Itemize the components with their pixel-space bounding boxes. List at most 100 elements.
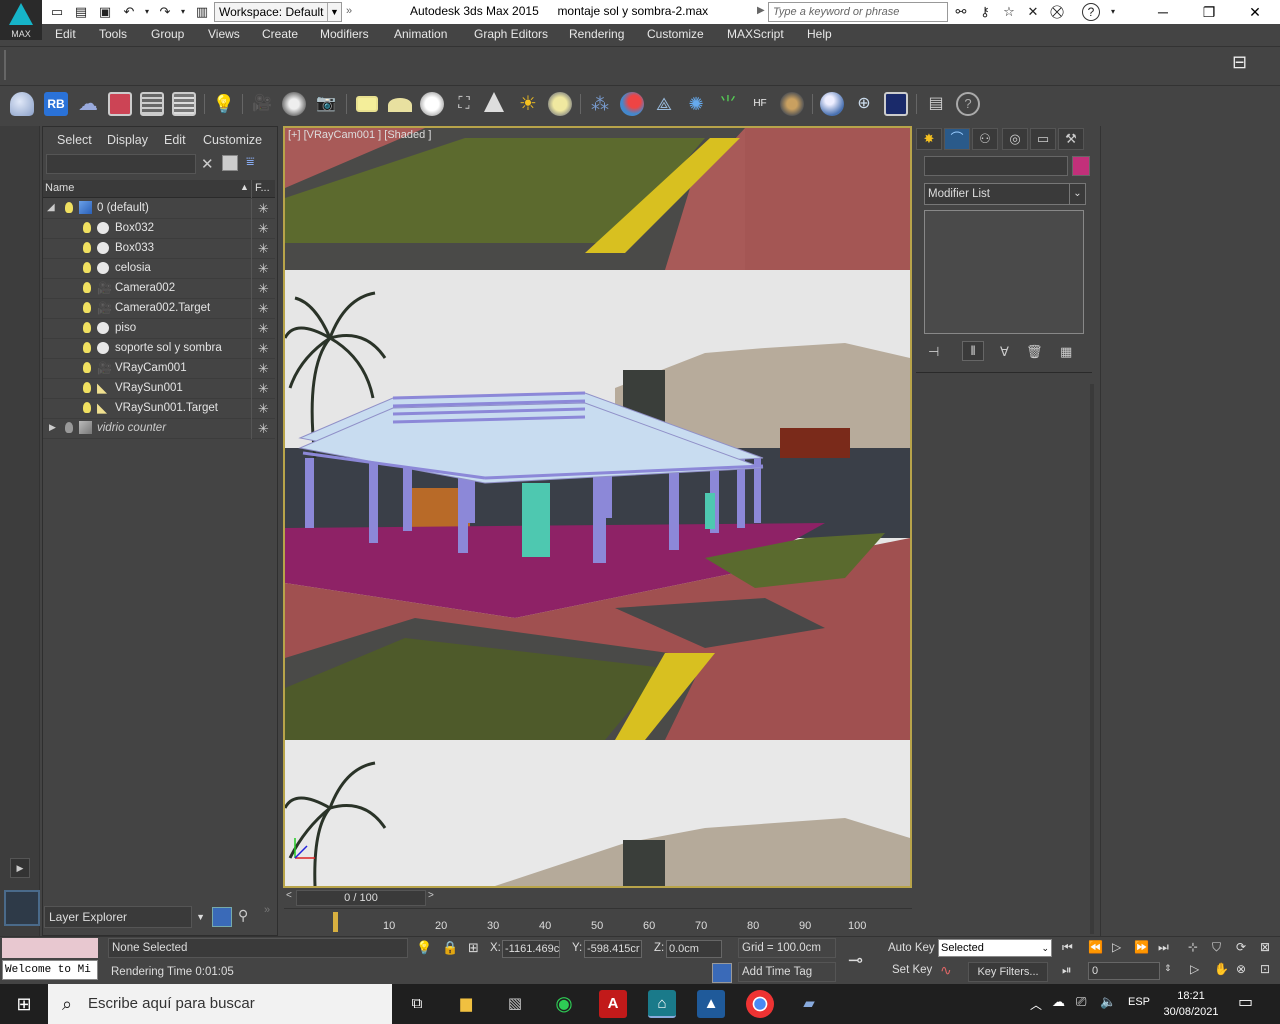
freeze-icon[interactable]: ✳ (251, 299, 275, 319)
modify-tab-icon[interactable]: ⌒ (944, 128, 970, 150)
vray-dome-light-icon[interactable] (388, 98, 412, 112)
set-keys-icon[interactable]: ⊸ (848, 950, 863, 971)
vray-ies-icon[interactable]: ⛶ (452, 92, 476, 116)
time-next-icon[interactable]: > (428, 890, 434, 901)
teapot-icon[interactable] (10, 92, 34, 116)
menu-group[interactable]: Group (151, 27, 184, 41)
clock[interactable]: 18:21 30/08/2021 (1160, 988, 1222, 1020)
app-menu-button[interactable]: MAX (0, 0, 42, 40)
vray-displacement-icon[interactable]: ✺ (684, 92, 708, 116)
new-file-icon[interactable]: ▭ (48, 3, 66, 21)
create-tab-icon[interactable]: ✸ (916, 128, 942, 150)
visible-bulb-icon[interactable] (83, 262, 91, 273)
language-indicator[interactable]: ESP (1128, 996, 1150, 1008)
modifier-stack[interactable] (924, 210, 1084, 334)
notifications-icon[interactable]: ▭ (1238, 992, 1253, 1012)
se-search-input[interactable] (46, 154, 196, 174)
render-frame-icon[interactable] (108, 92, 132, 116)
key-filters-button[interactable]: Key Filters... (968, 962, 1048, 982)
viewport-layout-icon[interactable] (4, 890, 40, 926)
project-folder-icon[interactable]: ▥ (193, 3, 211, 21)
viewport[interactable] (283, 126, 912, 888)
volume-icon[interactable]: 🔈 (1100, 994, 1116, 1010)
motion-tab-icon[interactable]: ◎ (1002, 128, 1028, 150)
object-row[interactable]: ◣ VRaySun001.Target ✳ (43, 399, 275, 419)
modifier-list-dropdown[interactable]: Modifier List ⌄ (924, 183, 1086, 205)
walk-through-icon[interactable]: ⊗ (1236, 962, 1246, 976)
vray-help-icon[interactable]: ? (956, 92, 980, 116)
min-max-toggle-icon[interactable]: ⊡ (1260, 962, 1270, 976)
photo-viewer-icon[interactable]: ▲ (697, 990, 725, 1018)
freeze-icon[interactable]: ✳ (251, 279, 275, 299)
utilities-tab-icon[interactable]: ⚒ (1058, 128, 1084, 150)
display-tab-icon[interactable]: ▭ (1030, 128, 1056, 150)
onedrive-icon[interactable]: ☁ (1052, 994, 1065, 1010)
material-editor-icon[interactable] (172, 92, 196, 116)
sort-icon[interactable]: ⩸ (246, 153, 255, 170)
play-icon[interactable]: ▷ (1112, 940, 1121, 954)
remove-modifier-icon[interactable]: 🗑 (1026, 344, 1043, 360)
freeze-icon[interactable]: ✳ (251, 339, 275, 359)
go-to-end-icon[interactable]: ⏭ (1158, 940, 1169, 955)
configure-sets-icon[interactable]: ▦ (1060, 344, 1072, 360)
communication-icon[interactable]: ✕ (1024, 3, 1042, 21)
vray-sun-icon[interactable]: ☀ (516, 92, 540, 116)
hierarchy-tab-icon[interactable]: ⚇ (972, 128, 998, 150)
col-freeze[interactable]: F... (251, 180, 275, 198)
collapse-icon[interactable]: ◢ (47, 202, 55, 213)
open-file-icon[interactable]: ▤ (72, 3, 90, 21)
vray-fur-icon[interactable]: ⺌ (716, 92, 740, 116)
se-menu-select[interactable]: Select (57, 133, 92, 147)
object-color-swatch[interactable] (1072, 156, 1090, 176)
time-tag-icon[interactable] (712, 963, 732, 983)
undo-dropdown-icon[interactable]: ▾ (138, 3, 156, 21)
photos-app-icon[interactable]: ▧ (501, 990, 529, 1018)
pan-icon[interactable]: ✋ (1214, 962, 1229, 976)
key-icon[interactable]: ⚷ (976, 3, 994, 21)
menu-rendering[interactable]: Rendering (569, 27, 624, 41)
maxscript-listener-output[interactable]: Welcome to Mi (2, 960, 98, 980)
explorer-selector[interactable]: Layer Explorer ▼ (44, 906, 205, 928)
menu-help[interactable]: Help (807, 27, 832, 41)
object-row[interactable]: Box033 ✳ (43, 239, 275, 259)
camera-icon[interactable]: 🎥 (250, 92, 274, 116)
workspace-dropdown[interactable]: Workspace: Default ▼ (214, 2, 342, 22)
rb-button[interactable]: RB (44, 92, 68, 116)
taskbar-search-input[interactable]: ⌕ Escribe aquí para buscar (48, 984, 392, 1024)
add-time-tag-button[interactable]: Add Time Tag (738, 962, 836, 982)
help-dropdown-icon[interactable]: ▾ (1104, 3, 1122, 21)
panel-scrollbar[interactable] (1090, 384, 1094, 934)
freeze-icon[interactable]: ✳ (251, 359, 275, 379)
redo-icon[interactable]: ↷ (156, 3, 174, 21)
make-unique-icon[interactable]: ∀ (1000, 344, 1009, 360)
menu-edit[interactable]: Edit (55, 27, 76, 41)
app-icon[interactable]: ▰ (795, 990, 823, 1018)
show-end-result-icon[interactable]: ‖ (962, 341, 984, 361)
zoom-all-icon[interactable]: ⛉ (1212, 940, 1221, 955)
maximize-viewport-icon[interactable]: ⊠ (1260, 940, 1270, 954)
vray-cam-icon[interactable]: 📷 (314, 92, 338, 116)
menu-create[interactable]: Create (262, 27, 298, 41)
layer-row-default[interactable]: ◢ 0 (default) ✳ (43, 199, 275, 219)
freeze-icon[interactable]: ✳ (251, 259, 275, 279)
z-coordinate-field[interactable]: 0.0cm (666, 940, 722, 958)
object-row[interactable]: 🎥 Camera002.Target ✳ (43, 299, 275, 319)
visible-bulb-icon[interactable] (83, 362, 91, 373)
vray-sky-icon[interactable] (548, 92, 572, 116)
isolate-bulb-icon[interactable]: 💡 (416, 940, 432, 956)
network-icon[interactable]: ⎚ (1076, 994, 1086, 1010)
frame-spinner-icon[interactable]: ⇕ (1164, 963, 1172, 974)
freeze-icon[interactable]: ✳ (251, 199, 275, 219)
orbit-icon[interactable]: ⟳ (1236, 940, 1246, 954)
visible-bulb-icon[interactable] (83, 382, 91, 393)
layers-view-icon[interactable] (212, 907, 232, 927)
hierarchy-view-icon[interactable]: ⚲ (238, 907, 248, 924)
ribbon-toggle-icon[interactable]: ⊟ (1232, 52, 1258, 78)
save-file-icon[interactable]: ▣ (96, 3, 114, 21)
visible-bulb-icon[interactable] (83, 322, 91, 333)
layer-row-other[interactable]: ▶ vidrio counter ✳ (43, 419, 275, 439)
se-menu-customize[interactable]: Customize (203, 133, 262, 147)
vray-properties-icon[interactable]: ▤ (924, 92, 948, 116)
key-mode-toggle-icon[interactable]: ⏯ (1062, 963, 1072, 978)
visible-bulb-icon[interactable] (83, 342, 91, 353)
